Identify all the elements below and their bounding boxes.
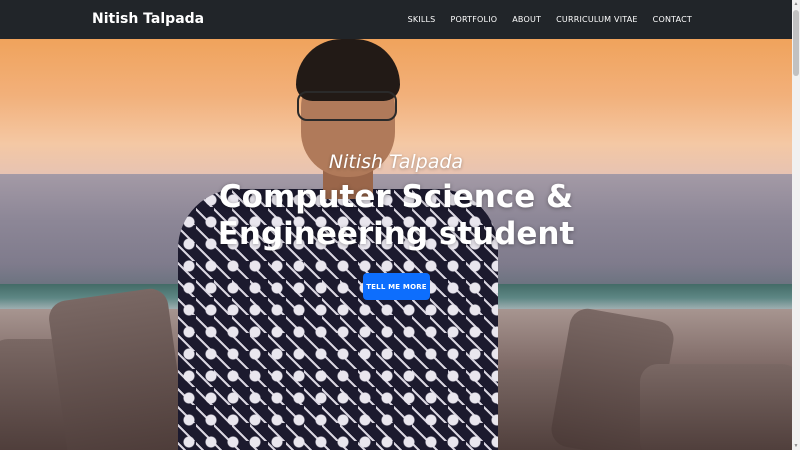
nav-link-contact[interactable]: CONTACT: [653, 15, 692, 24]
nav-link-curriculum-vitae[interactable]: CURRICULUM VITAE: [556, 15, 638, 24]
hero-subtitle: Nitish Talpada: [328, 151, 464, 173]
top-navbar: Nitish Talpada SKILLS PORTFOLIO ABOUT CU…: [0, 0, 792, 39]
rock: [46, 286, 190, 450]
scroll-thumb[interactable]: [793, 10, 799, 76]
nav-link-portfolio[interactable]: PORTFOLIO: [450, 15, 497, 24]
rock: [640, 364, 792, 450]
hero-title: Computer Science & Engineering student: [217, 179, 575, 252]
scrollbar[interactable]: ▲ ▼: [792, 0, 800, 450]
glasses: [297, 91, 397, 121]
nav-link-about[interactable]: ABOUT: [512, 15, 541, 24]
tell-me-more-button[interactable]: TELL ME MORE: [363, 273, 430, 300]
nav-link-skills[interactable]: SKILLS: [408, 15, 436, 24]
brand-link[interactable]: Nitish Talpada: [92, 11, 204, 27]
nav-links: SKILLS PORTFOLIO ABOUT CURRICULUM VITAE …: [408, 15, 692, 24]
scroll-up-arrow-icon[interactable]: ▲: [793, 1, 799, 7]
scroll-down-arrow-icon[interactable]: ▼: [793, 443, 799, 449]
